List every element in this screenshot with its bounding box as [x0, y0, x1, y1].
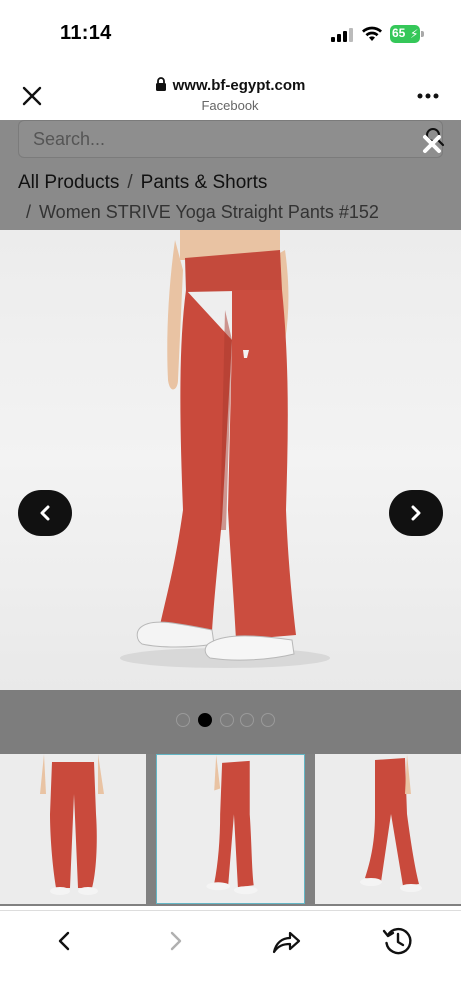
- chevron-left-icon: [58, 931, 70, 951]
- search-input[interactable]: Search...: [18, 120, 445, 158]
- next-image-button[interactable]: [389, 490, 443, 536]
- page: 11:14 65 ⚡ www.bf-egypt.com Facebook Sea…: [0, 0, 461, 1000]
- gallery-dot-5[interactable]: [261, 713, 275, 727]
- breadcrumb-current: / Women STRIVE Yoga Straight Pants #152: [26, 202, 379, 223]
- prev-image-button[interactable]: [18, 490, 72, 536]
- thumbnail-2[interactable]: [156, 754, 305, 904]
- status-bar: 11:14 65 ⚡: [0, 0, 461, 68]
- gallery-dot-3[interactable]: [220, 713, 234, 727]
- thumbnail-strip: [0, 754, 461, 906]
- browser-header: www.bf-egypt.com Facebook: [0, 68, 461, 120]
- battery-level: 65: [392, 26, 406, 40]
- breadcrumb-all-products[interactable]: All Products: [18, 172, 119, 193]
- charging-icon: ⚡: [410, 27, 419, 41]
- url-text: www.bf-egypt.com: [172, 77, 306, 94]
- wifi-icon: [362, 26, 382, 41]
- more-icon[interactable]: [417, 93, 439, 99]
- url-block[interactable]: www.bf-egypt.com Facebook: [130, 77, 330, 113]
- breadcrumb-pants-shorts[interactable]: Pants & Shorts: [141, 172, 268, 193]
- lock-icon: [155, 77, 166, 91]
- product-image[interactable]: [0, 230, 461, 690]
- close-overlay-icon[interactable]: [420, 132, 444, 156]
- thumbnail-1[interactable]: [0, 754, 146, 904]
- thumbnail-2-photo: [157, 755, 304, 903]
- history-icon: [382, 927, 412, 955]
- forward-button[interactable]: [156, 921, 196, 961]
- product-photo: [120, 230, 330, 668]
- gallery-dot-1[interactable]: [176, 713, 190, 727]
- back-button[interactable]: [44, 921, 84, 961]
- gallery-dot-4[interactable]: [240, 713, 254, 727]
- gallery-dot-2[interactable]: [198, 713, 212, 727]
- gallery-dots: [0, 690, 461, 754]
- breadcrumb-separator: /: [26, 202, 32, 222]
- close-icon[interactable]: [20, 84, 44, 108]
- search-placeholder: Search...: [33, 129, 106, 149]
- signal-icon: [331, 28, 353, 42]
- breadcrumb-separator: /: [127, 172, 133, 193]
- status-time: 11:14: [60, 22, 112, 44]
- thumbnail-1-photo: [0, 754, 146, 904]
- chevron-right-icon: [411, 505, 421, 521]
- share-icon: [272, 931, 301, 954]
- url-source: Facebook: [201, 98, 259, 113]
- chevron-left-icon: [40, 505, 50, 521]
- thumbnail-3[interactable]: [315, 754, 461, 904]
- chevron-right-icon: [170, 931, 182, 951]
- battery-icon: 65 ⚡: [390, 25, 424, 43]
- browser-toolbar: [0, 910, 461, 1000]
- breadcrumb: All Products / Pants & Shorts: [18, 172, 267, 194]
- breadcrumb-current-label: Women STRIVE Yoga Straight Pants #152: [39, 202, 379, 222]
- dimmed-header: Search... All Products / Pants & Shorts / W…: [0, 120, 461, 230]
- thumbnail-3-photo: [315, 754, 461, 904]
- share-button[interactable]: [266, 921, 306, 961]
- history-button[interactable]: [378, 921, 418, 961]
